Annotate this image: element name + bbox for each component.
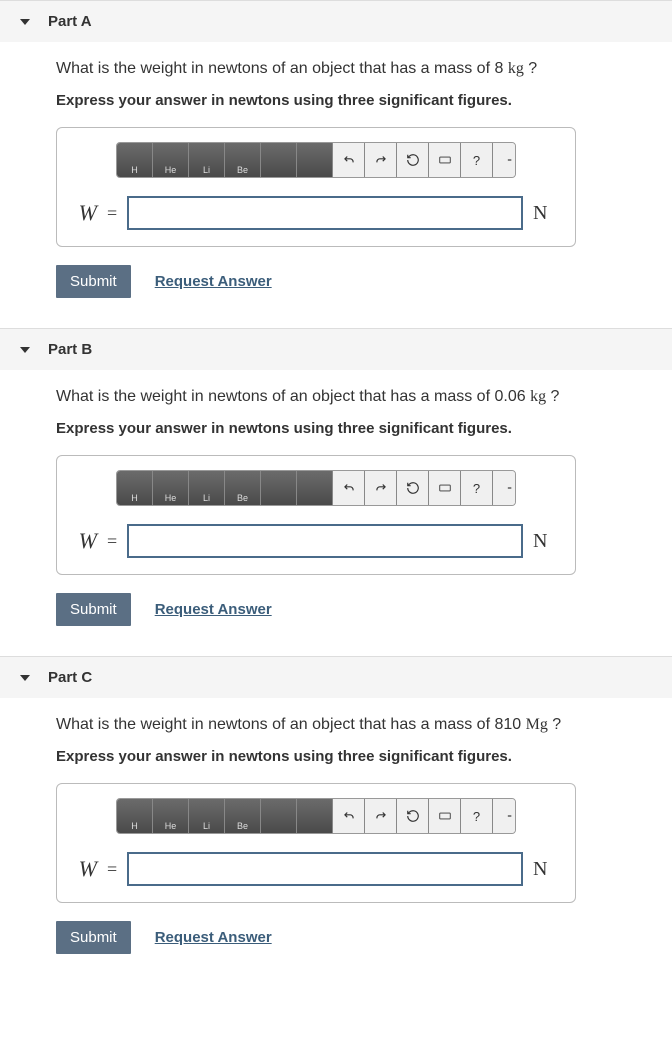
toolbar-templates-button[interactable]: H bbox=[117, 799, 153, 833]
question-suffix: ? bbox=[548, 716, 561, 733]
caret-down-icon bbox=[20, 675, 30, 681]
keyboard-icon[interactable] bbox=[429, 471, 461, 505]
submit-button[interactable]: Submit bbox=[56, 921, 131, 954]
answer-box: HHeLiBe? W = N bbox=[56, 127, 576, 247]
question-suffix: ? bbox=[546, 388, 559, 405]
part-title: Part B bbox=[48, 341, 92, 358]
undo-icon[interactable] bbox=[333, 143, 365, 177]
equals-sign: = bbox=[107, 203, 117, 224]
toolbar-symbols-button[interactable]: He bbox=[153, 143, 189, 177]
request-answer-link[interactable]: Request Answer bbox=[155, 601, 272, 618]
question-suffix: ? bbox=[524, 60, 537, 77]
request-answer-link[interactable]: Request Answer bbox=[155, 273, 272, 290]
part-header[interactable]: Part A bbox=[0, 0, 672, 42]
submit-button[interactable]: Submit bbox=[56, 265, 131, 298]
caret-down-icon bbox=[20, 19, 30, 25]
reset-icon[interactable] bbox=[397, 471, 429, 505]
toolbar-vector-button[interactable]: Be bbox=[225, 143, 261, 177]
keyboard-icon[interactable] bbox=[429, 143, 461, 177]
question-text: What is the weight in newtons of an obje… bbox=[56, 388, 652, 406]
redo-icon[interactable] bbox=[365, 143, 397, 177]
request-answer-link[interactable]: Request Answer bbox=[155, 929, 272, 946]
action-row: Submit Request Answer bbox=[56, 593, 652, 626]
answer-unit: N bbox=[533, 858, 561, 881]
answer-unit: N bbox=[533, 202, 561, 225]
toolbar-extra-button[interactable] bbox=[297, 143, 333, 177]
equation-toolbar: HHeLiBe? bbox=[116, 470, 516, 506]
toolbar-vector-button[interactable]: Be bbox=[225, 471, 261, 505]
mass-value: 810 bbox=[494, 716, 521, 733]
submit-button[interactable]: Submit bbox=[56, 593, 131, 626]
answer-box: HHeLiBe? W = N bbox=[56, 455, 576, 575]
answer-input[interactable] bbox=[127, 524, 523, 558]
help-icon[interactable]: ? bbox=[461, 799, 493, 833]
redo-icon[interactable] bbox=[365, 799, 397, 833]
answer-input-row: W = N bbox=[71, 196, 561, 230]
part-section: Part A What is the weight in newtons of a… bbox=[0, 0, 672, 308]
part-body: What is the weight in newtons of an obje… bbox=[0, 370, 672, 636]
part-header[interactable]: Part B bbox=[0, 328, 672, 370]
action-row: Submit Request Answer bbox=[56, 265, 652, 298]
part-section: Part C What is the weight in newtons of a… bbox=[0, 656, 672, 964]
more-icon[interactable] bbox=[493, 471, 516, 505]
action-row: Submit Request Answer bbox=[56, 921, 652, 954]
reset-icon[interactable] bbox=[397, 799, 429, 833]
toolbar-script-button[interactable]: Li bbox=[189, 471, 225, 505]
part-header[interactable]: Part C bbox=[0, 656, 672, 698]
reset-icon[interactable] bbox=[397, 143, 429, 177]
question-prefix: What is the weight in newtons of an obje… bbox=[56, 716, 494, 733]
help-icon[interactable]: ? bbox=[461, 143, 493, 177]
variable-label: W bbox=[71, 856, 97, 882]
toolbar-templates-button[interactable]: H bbox=[117, 471, 153, 505]
help-icon[interactable]: ? bbox=[461, 471, 493, 505]
redo-icon[interactable] bbox=[365, 471, 397, 505]
answer-input-row: W = N bbox=[71, 852, 561, 886]
toolbar-vector-button[interactable]: Be bbox=[225, 799, 261, 833]
variable-label: W bbox=[71, 200, 97, 226]
undo-icon[interactable] bbox=[333, 471, 365, 505]
question-text: What is the weight in newtons of an obje… bbox=[56, 60, 652, 78]
toolbar-symbols-button[interactable]: He bbox=[153, 799, 189, 833]
mass-unit: Mg bbox=[526, 716, 548, 733]
equation-toolbar: HHeLiBe? bbox=[116, 142, 516, 178]
question-prefix: What is the weight in newtons of an obje… bbox=[56, 388, 494, 405]
answer-input[interactable] bbox=[127, 196, 523, 230]
toolbar-script-button[interactable]: Li bbox=[189, 799, 225, 833]
variable-label: W bbox=[71, 528, 97, 554]
undo-icon[interactable] bbox=[333, 799, 365, 833]
part-section: Part B What is the weight in newtons of a… bbox=[0, 328, 672, 636]
more-icon[interactable] bbox=[493, 799, 516, 833]
equals-sign: = bbox=[107, 531, 117, 552]
instruction-text: Express your answer in newtons using thr… bbox=[56, 92, 652, 109]
answer-input[interactable] bbox=[127, 852, 523, 886]
toolbar-chem-button[interactable] bbox=[261, 799, 297, 833]
toolbar-extra-button[interactable] bbox=[297, 799, 333, 833]
question-prefix: What is the weight in newtons of an obje… bbox=[56, 60, 494, 77]
mass-unit: kg bbox=[508, 60, 524, 77]
toolbar-script-button[interactable]: Li bbox=[189, 143, 225, 177]
part-title: Part C bbox=[48, 669, 92, 686]
toolbar-chem-button[interactable] bbox=[261, 471, 297, 505]
mass-value: 8 bbox=[494, 60, 503, 77]
toolbar-templates-button[interactable]: H bbox=[117, 143, 153, 177]
more-icon[interactable] bbox=[493, 143, 516, 177]
equals-sign: = bbox=[107, 859, 117, 880]
part-body: What is the weight in newtons of an obje… bbox=[0, 698, 672, 964]
instruction-text: Express your answer in newtons using thr… bbox=[56, 420, 652, 437]
keyboard-icon[interactable] bbox=[429, 799, 461, 833]
toolbar-chem-button[interactable] bbox=[261, 143, 297, 177]
caret-down-icon bbox=[20, 347, 30, 353]
equation-toolbar: HHeLiBe? bbox=[116, 798, 516, 834]
mass-unit: kg bbox=[530, 388, 546, 405]
question-text: What is the weight in newtons of an obje… bbox=[56, 716, 652, 734]
toolbar-symbols-button[interactable]: He bbox=[153, 471, 189, 505]
mass-value: 0.06 bbox=[494, 388, 525, 405]
answer-input-row: W = N bbox=[71, 524, 561, 558]
part-title: Part A bbox=[48, 13, 92, 30]
instruction-text: Express your answer in newtons using thr… bbox=[56, 748, 652, 765]
answer-box: HHeLiBe? W = N bbox=[56, 783, 576, 903]
part-body: What is the weight in newtons of an obje… bbox=[0, 42, 672, 308]
toolbar-extra-button[interactable] bbox=[297, 471, 333, 505]
answer-unit: N bbox=[533, 530, 561, 553]
